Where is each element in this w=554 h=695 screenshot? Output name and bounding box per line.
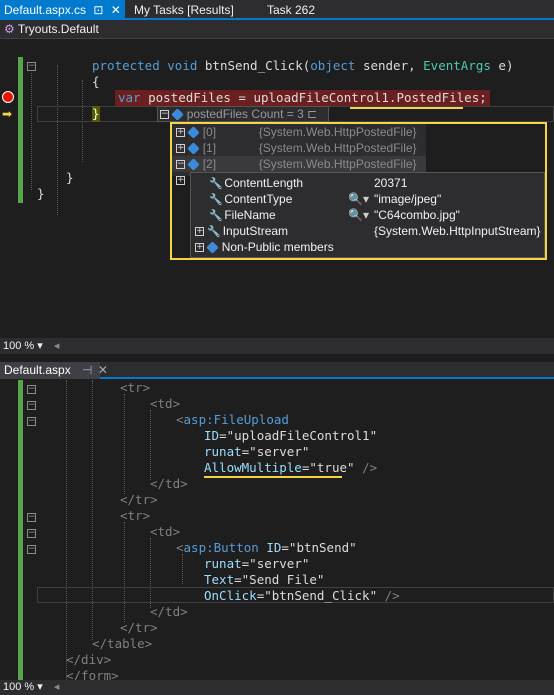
- tab-my-tasks[interactable]: My Tasks [Results]: [130, 0, 238, 20]
- property-wrench-icon: 🔧: [207, 226, 222, 238]
- zoom-dropdown[interactable]: 100 %: [3, 340, 34, 352]
- document-tab-bar: Default.aspx.cs ⊡ ✕ My Tasks [Results] T…: [0, 0, 554, 20]
- prop-value: "image/jpeg": [374, 192, 442, 206]
- expand-icon[interactable]: +: [195, 243, 204, 253]
- collapse-icon[interactable]: −: [27, 529, 36, 538]
- close-icon[interactable]: ✕: [111, 3, 121, 17]
- collapse-icon[interactable]: −: [27, 385, 36, 394]
- code-text-attr: Text="Send File": [204, 572, 325, 587]
- code-runat-attr: runat="server": [204, 444, 310, 459]
- code-runat-attr: runat="server": [204, 556, 310, 571]
- object-icon: [187, 126, 201, 140]
- expand-icon[interactable]: −: [160, 110, 169, 120]
- bottom-editor-statusbar: 100 % ▾ ◂: [0, 680, 554, 695]
- zoom-dropdown[interactable]: 100 %: [3, 681, 34, 693]
- collapse-icon[interactable]: −: [27, 62, 36, 71]
- code-fileupload: <asp:FileUpload: [176, 412, 289, 427]
- datatip-header[interactable]: − postedFiles Count = 3 ⊏: [157, 106, 329, 122]
- code-td-close: </td>: [150, 476, 188, 491]
- prop-row[interactable]: 🔧 ContentLength: [209, 175, 303, 191]
- prop-row[interactable]: 🔧 ContentType: [209, 191, 292, 207]
- prop-value: "C64combo.jpg": [374, 208, 460, 222]
- current-statement-arrow-icon[interactable]: ➡: [2, 108, 12, 120]
- code-tr-close: </tr>: [120, 492, 158, 507]
- class-icon: ⚙: [4, 22, 15, 36]
- visualizer-magnifier-icon[interactable]: 🔍▾: [348, 207, 369, 223]
- pin-datatip-icon[interactable]: ⊏: [307, 107, 317, 121]
- chevron-down-icon[interactable]: ▾: [37, 340, 43, 352]
- collapse-icon[interactable]: −: [176, 160, 185, 170]
- code-onclick-attr: OnClick="btnSend_Click" />: [204, 588, 400, 603]
- type-dropdown[interactable]: ⚙ Tryouts.Default: [0, 20, 554, 39]
- property-wrench-icon: 🔧: [209, 194, 223, 206]
- code-tr-open: <tr>: [120, 380, 151, 395]
- code-button: <asp:Button ID="btnSend": [176, 540, 357, 555]
- datatip-properties: 🔧 ContentLength 20371 🔧 ContentType 🔍▾ "…: [190, 172, 545, 258]
- expand-icon[interactable]: +: [176, 128, 185, 138]
- code-td-open: <td>: [150, 524, 181, 539]
- datatip-item[interactable]: + [0] {System.Web.HttpPostedFile}: [172, 124, 426, 140]
- tab-task-262[interactable]: Task 262: [263, 0, 319, 20]
- visualizer-magnifier-icon[interactable]: 🔍▾: [348, 191, 369, 207]
- change-marker: [18, 380, 23, 680]
- code-line-close-brace: }: [92, 106, 100, 122]
- collapse-icon[interactable]: −: [27, 545, 36, 554]
- prop-value: {System.Web.HttpInputStream}: [374, 224, 541, 238]
- posted-files-underline: [350, 107, 463, 109]
- allowmultiple-underline: [204, 476, 342, 478]
- code-td-close: </td>: [150, 604, 188, 619]
- collapse-icon[interactable]: −: [27, 417, 36, 426]
- code-allowmultiple-attr: AllowMultiple="true" />: [204, 460, 378, 475]
- close-icon[interactable]: ✕: [98, 363, 108, 377]
- property-wrench-icon: 🔧: [209, 178, 223, 190]
- tab-default-aspx-cs[interactable]: Default.aspx.cs ⊡ ✕: [0, 0, 125, 20]
- code-tr-close: </tr>: [120, 620, 158, 635]
- property-wrench-icon: 🔧: [209, 210, 223, 222]
- collapse-icon[interactable]: −: [27, 513, 36, 522]
- object-icon: [206, 241, 220, 255]
- scroll-left-icon[interactable]: ◂: [54, 681, 60, 693]
- breakpoint-icon[interactable]: [2, 91, 14, 103]
- aspx-editor[interactable]: − − − − − − <tr> <td> <asp:FileUpload ID…: [0, 380, 554, 683]
- datatip-item-selected[interactable]: − [2] {System.Web.HttpPostedFile}: [172, 156, 426, 172]
- prop-row[interactable]: 🔧 FileName: [209, 207, 276, 223]
- top-editor-statusbar: 100 % ▾ ◂: [0, 338, 554, 354]
- object-icon: [187, 142, 201, 156]
- tab-default-aspx[interactable]: Default.aspx ⊣ ✕: [0, 362, 108, 379]
- code-line-namespace-close: }: [37, 186, 45, 201]
- chevron-down-icon[interactable]: ▾: [37, 681, 43, 693]
- pin-icon[interactable]: ⊡: [93, 3, 103, 17]
- expand-icon[interactable]: +: [176, 176, 185, 186]
- code-id-attr: ID="uploadFileControl1": [204, 428, 378, 443]
- code-line-open-brace: {: [92, 74, 100, 89]
- expand-icon[interactable]: +: [176, 144, 185, 154]
- code-td-open: <td>: [150, 396, 181, 411]
- tab-label: Default.aspx.cs: [4, 3, 87, 17]
- code-tr-open: <tr>: [120, 508, 151, 523]
- code-line-breakpoint[interactable]: var postedFiles = uploadFileControl1.Pos…: [115, 90, 490, 106]
- object-icon: [171, 108, 185, 122]
- object-icon: [187, 158, 201, 172]
- datatip-items: + [0] {System.Web.HttpPostedFile} + [1] {S…: [172, 124, 426, 176]
- prop-value: 20371: [374, 176, 408, 190]
- collapse-icon[interactable]: −: [27, 401, 36, 410]
- prop-row[interactable]: + Non-Public members: [195, 239, 334, 255]
- change-marker: [18, 57, 23, 203]
- expand-icon[interactable]: +: [195, 227, 204, 237]
- aspx-tab-bar: Default.aspx ⊣ ✕: [0, 362, 554, 379]
- prop-row[interactable]: + 🔧 InputStream: [195, 223, 288, 239]
- datatip-item[interactable]: + [1] {System.Web.HttpPostedFile}: [172, 140, 426, 156]
- code-table-close: </table>: [92, 636, 153, 651]
- type-dropdown-label: Tryouts.Default: [17, 22, 99, 36]
- code-line-class-close: }: [66, 170, 74, 185]
- pin-icon[interactable]: ⊣: [82, 363, 92, 377]
- scroll-left-icon[interactable]: ◂: [54, 340, 60, 352]
- code-div-close: </div>: [66, 652, 112, 667]
- code-line-method-signature: protected void btnSend_Click(object send…: [92, 58, 514, 73]
